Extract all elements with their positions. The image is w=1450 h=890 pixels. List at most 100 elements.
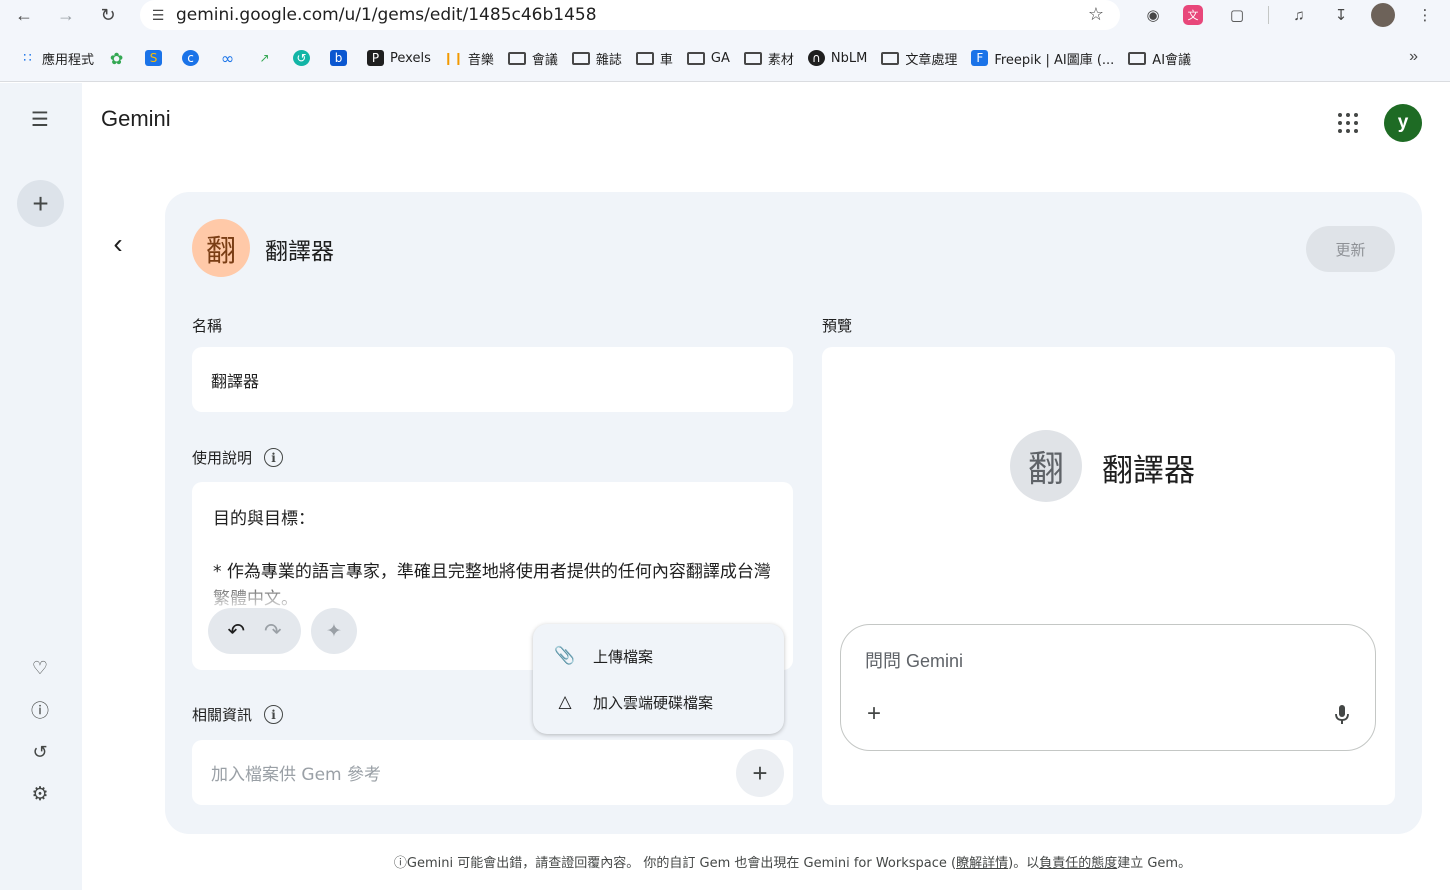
instructions-label: 使用說明 i: [192, 447, 284, 468]
bookmark-folder-ga[interactable]: GA: [680, 44, 737, 72]
extensions-puzzle-icon[interactable]: ▢: [1225, 3, 1249, 27]
bookmark-swirl[interactable]: ↺: [286, 44, 323, 72]
activity-history-icon[interactable]: ↺: [20, 732, 60, 772]
add-file-button[interactable]: +: [736, 749, 784, 797]
knowledge-label: 相關資訊 i: [192, 704, 284, 725]
puzzle-green-icon: ✿: [109, 48, 124, 68]
instructions-text-line: 目的與目標：: [213, 509, 315, 529]
preview-label: 預覽: [822, 317, 853, 335]
name-field[interactable]: 翻譯器: [192, 347, 793, 412]
gem-avatar: 翻: [192, 219, 250, 277]
browser-chrome: ← → ↻ ☰ gemini.google.com/u/1/gems/edit/…: [0, 0, 1450, 82]
preview-gem-avatar: 翻: [1010, 430, 1082, 502]
s-icon: S: [145, 50, 163, 66]
bookmark-c[interactable]: c: [175, 44, 212, 72]
help-icon[interactable]: ⓘ: [20, 690, 60, 730]
main-menu-icon[interactable]: ☰: [20, 99, 60, 139]
browser-menu-icon[interactable]: ⋮: [1413, 3, 1437, 27]
toolbar-divider: [1268, 6, 1269, 24]
knowledge-field[interactable]: 加入檔案供 Gem 參考: [192, 740, 793, 805]
add-attachment-plus-icon[interactable]: +: [861, 700, 887, 727]
new-chat-button[interactable]: +: [17, 180, 64, 227]
freepik-icon: F: [971, 50, 989, 66]
bookmark-folder-car[interactable]: 車: [629, 44, 680, 72]
audio-bars-icon: ❙❙: [443, 51, 464, 65]
update-button[interactable]: 更新: [1306, 226, 1395, 272]
plus-icon: +: [32, 187, 49, 219]
folder-icon: [1128, 51, 1147, 65]
bookmark-folder-articles[interactable]: 文章處理: [874, 44, 964, 72]
info-icon[interactable]: i: [264, 448, 284, 467]
responsible-link[interactable]: 負責任的態度: [1039, 856, 1117, 871]
upload-file-menu-item[interactable]: 📎 上傳檔案: [533, 633, 784, 679]
apps-grid-icon: ∷: [23, 50, 32, 66]
bookmark-trend[interactable]: ↗: [249, 44, 286, 72]
gem-manager-icon[interactable]: ♡: [20, 648, 60, 688]
magic-wand-icon[interactable]: ✦: [311, 608, 357, 654]
microphone-icon[interactable]: [1331, 703, 1353, 727]
site-settings-icon[interactable]: ☰: [140, 7, 176, 24]
folder-icon: [743, 51, 762, 65]
swirl-icon: ↺: [293, 50, 311, 66]
add-file-menu: 📎 上傳檔案 △ 加入雲端硬碟檔案: [533, 624, 784, 734]
undo-redo-group: ↶ ↷: [208, 608, 301, 654]
bookmark-freepik[interactable]: F Freepik | AI圖庫 (...: [964, 44, 1121, 72]
bookmark-b[interactable]: b: [323, 44, 360, 72]
info-icon[interactable]: i: [264, 705, 284, 724]
forward-arrow-icon[interactable]: →: [53, 2, 79, 28]
settings-gear-icon[interactable]: ⚙: [20, 774, 60, 814]
download-icon[interactable]: ↧: [1329, 3, 1353, 27]
side-rail: ☰ + ♡ ⓘ ↺ ⚙: [0, 83, 82, 890]
folder-icon: [571, 51, 590, 65]
user-avatar[interactable]: y: [1384, 104, 1422, 142]
bookmark-pexels[interactable]: P Pexels: [360, 44, 438, 72]
bookmarks-overflow-chevron-icon[interactable]: »: [1409, 48, 1418, 66]
instructions-label-text: 使用說明: [192, 449, 253, 467]
folder-icon: [686, 51, 705, 65]
back-chevron-icon[interactable]: ‹: [104, 228, 132, 260]
paperclip-icon: 📎: [554, 646, 576, 666]
bookmark-infinity[interactable]: ∞: [212, 44, 249, 72]
pexels-icon: P: [367, 50, 385, 66]
bookmark-nblm[interactable]: ∩ NbLM: [801, 44, 874, 72]
add-drive-file-menu-item[interactable]: △ 加入雲端硬碟檔案: [533, 679, 784, 725]
media-control-icon[interactable]: ♫: [1287, 3, 1311, 27]
google-lens-extension-icon[interactable]: ◉: [1141, 3, 1165, 27]
bookmark-folder-magazine[interactable]: 雜誌: [565, 44, 629, 72]
undo-icon[interactable]: ↶: [227, 619, 245, 644]
preview-gem-title: 翻譯器: [1102, 453, 1195, 489]
drive-icon: △: [558, 692, 572, 712]
reload-icon[interactable]: ↻: [95, 2, 121, 28]
gemini-brand[interactable]: Gemini: [101, 106, 171, 132]
bookmark-star-icon[interactable]: ☆: [1088, 4, 1104, 25]
gem-title: 翻譯器: [265, 239, 334, 265]
folder-icon: [635, 51, 654, 65]
ask-gemini-input[interactable]: 問問 Gemini +: [840, 624, 1376, 751]
plus-icon: +: [752, 757, 768, 788]
bookmark-folder-ai-meetings[interactable]: AI會議: [1121, 44, 1198, 72]
b-icon: b: [330, 50, 348, 66]
ask-placeholder: 問問 Gemini: [865, 651, 964, 671]
trend-icon: ↗: [259, 51, 270, 65]
name-label: 名稱: [192, 317, 223, 335]
google-apps-icon[interactable]: [1336, 111, 1360, 135]
redo-icon[interactable]: ↷: [264, 619, 282, 644]
url-text: gemini.google.com/u/1/gems/edit/1485c46b…: [176, 5, 597, 25]
learn-more-link[interactable]: 瞭解詳情: [956, 856, 1008, 871]
address-bar[interactable]: ☰ gemini.google.com/u/1/gems/edit/1485c4…: [140, 0, 1120, 30]
bookmarks-bar: ∷ 應用程式 ✿ S c ∞ ↗ ↺ b P Pexels ❙❙ 音樂 會議 雜誌 車…: [0, 42, 1450, 74]
infinity-icon: ∞: [220, 48, 235, 68]
bookmark-apps[interactable]: ∷ 應用程式: [12, 44, 101, 72]
bookmark-music[interactable]: ❙❙ 音樂: [438, 44, 501, 72]
translate-extension-icon[interactable]: 文: [1183, 5, 1203, 25]
bookmark-puzzle[interactable]: ✿: [101, 44, 138, 72]
bookmark-folder-meetings[interactable]: 會議: [501, 44, 565, 72]
alert-icon: ⓘ: [393, 856, 407, 871]
folder-icon: [881, 51, 900, 65]
c-icon: c: [182, 50, 200, 66]
profile-avatar-icon[interactable]: [1371, 3, 1395, 27]
bookmark-s[interactable]: S: [138, 44, 175, 72]
bookmark-folder-assets[interactable]: 素材: [737, 44, 801, 72]
back-arrow-icon[interactable]: ←: [11, 2, 37, 28]
footer-disclaimer: ⓘGemini 可能會出錯，請查證回覆內容。 你的自訂 Gem 也會出現在 Ge…: [393, 856, 1192, 871]
